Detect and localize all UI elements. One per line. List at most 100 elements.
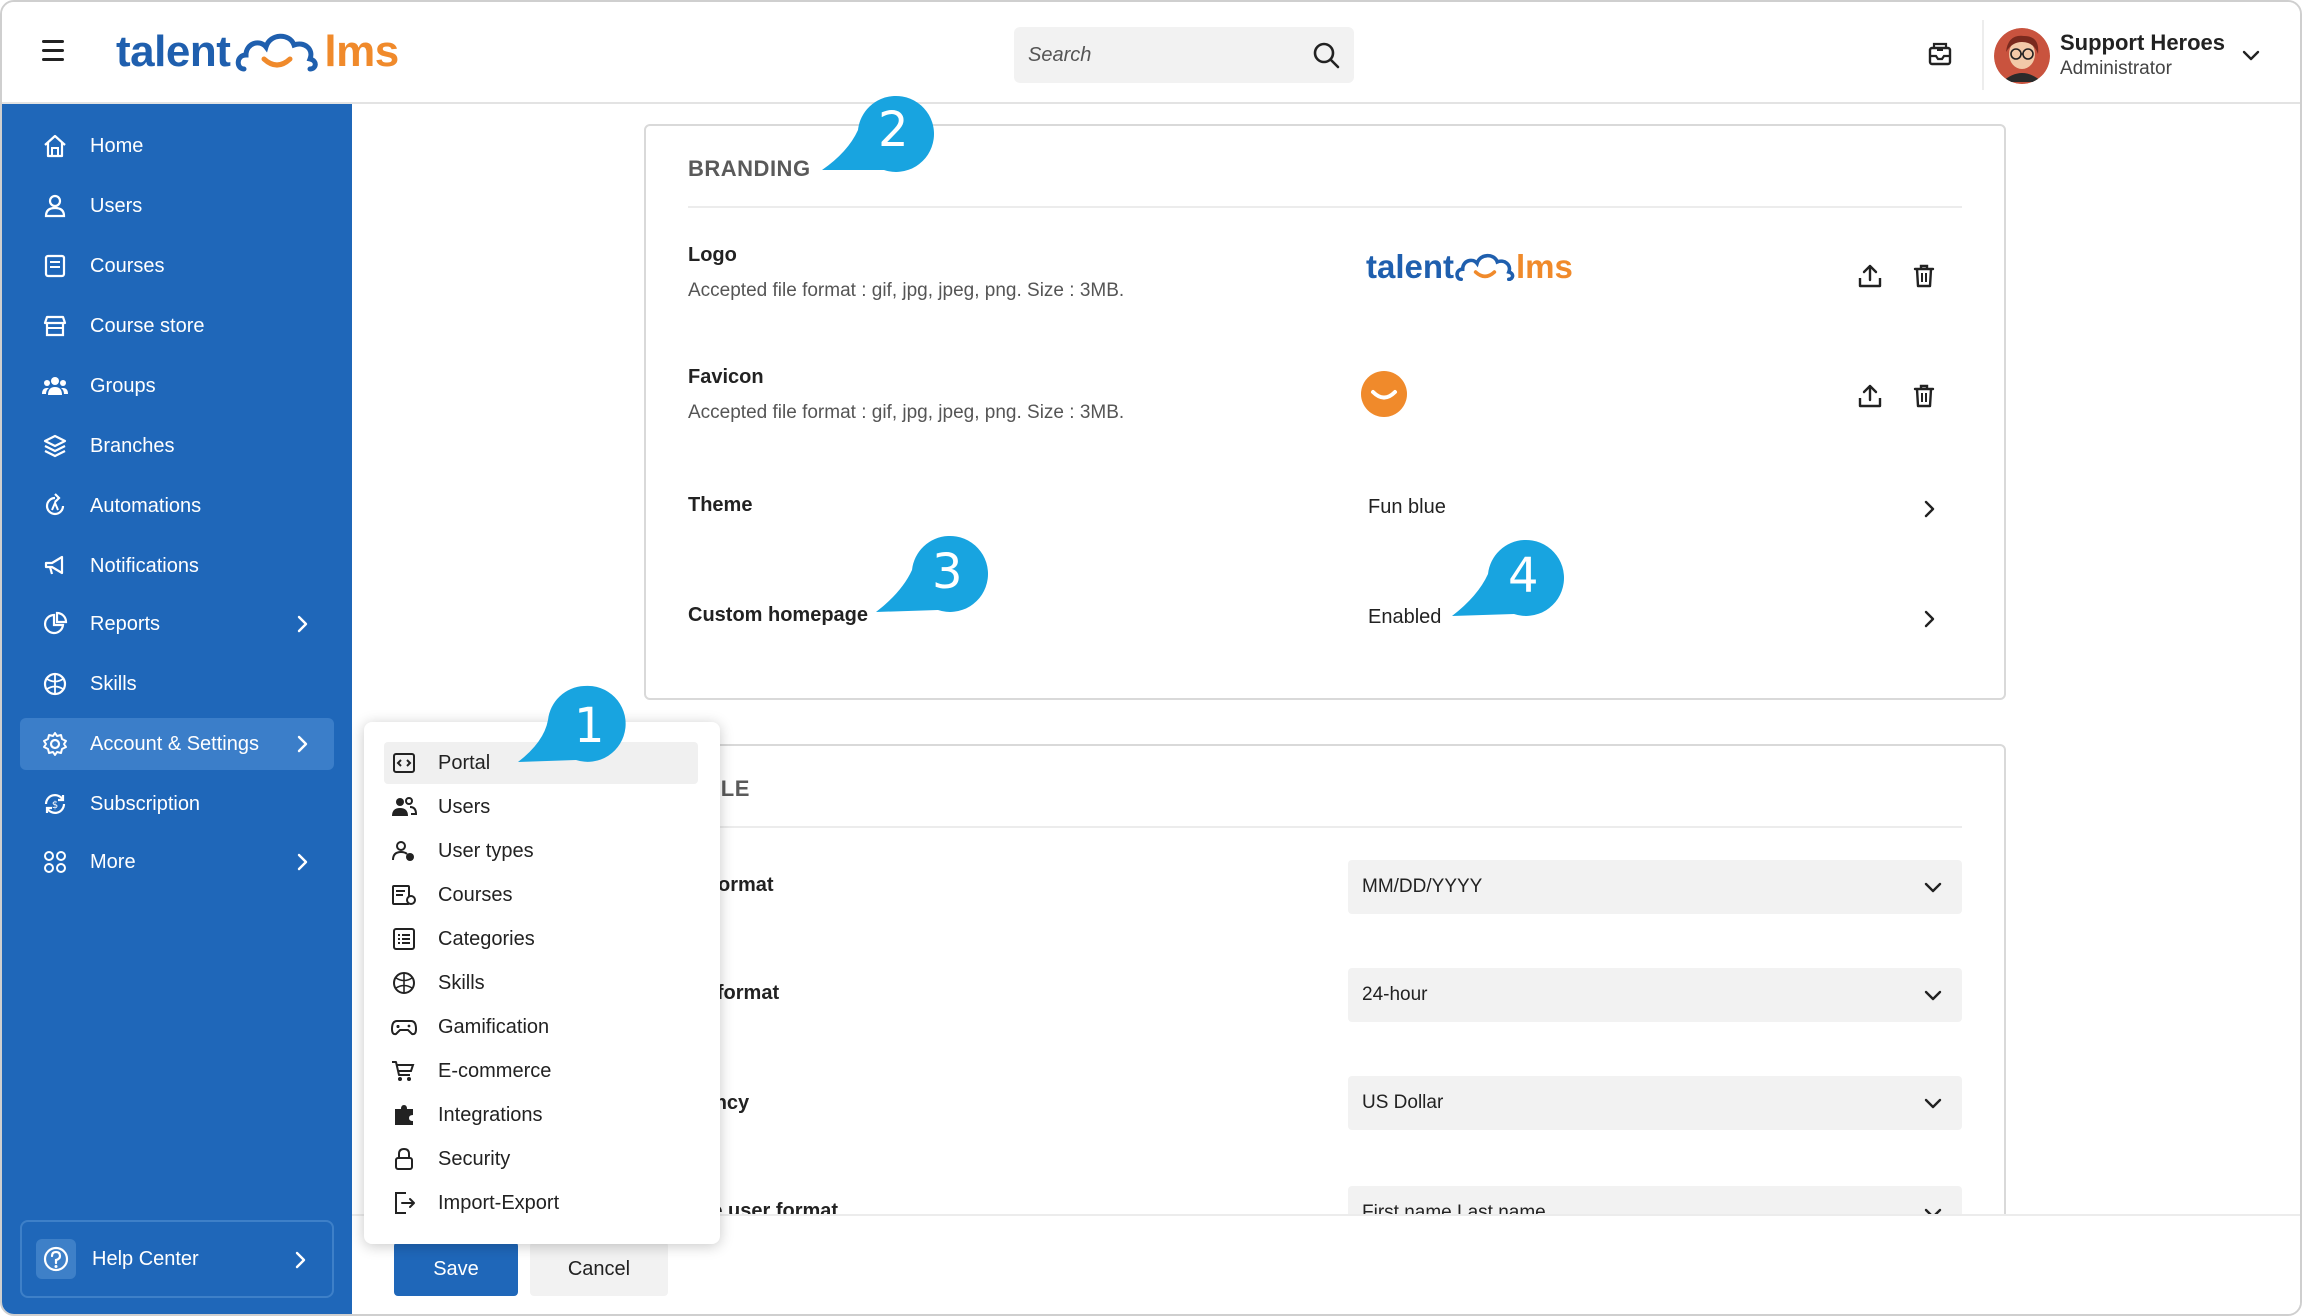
sidebar-item-label: Reports <box>90 612 161 635</box>
sidebar-item-label: Home <box>90 134 144 157</box>
submenu-item-gamification[interactable]: Gamification <box>384 1006 698 1048</box>
avatar[interactable] <box>1994 28 2050 84</box>
cancel-button[interactable]: Cancel <box>530 1242 668 1296</box>
submenu-item-user-types[interactable]: User types <box>384 830 698 872</box>
chevron-down-icon[interactable] <box>2240 44 2262 66</box>
svg-text:$: $ <box>52 800 58 811</box>
chevron-down-icon <box>1924 990 1942 1001</box>
trash-icon[interactable] <box>1910 382 1938 410</box>
submenu-item-skills[interactable]: Skills <box>384 962 698 1004</box>
submenu-item-users[interactable]: Users <box>384 786 698 828</box>
layers-icon <box>40 431 70 461</box>
callout-number: 3 <box>932 544 963 600</box>
submenu-item-label: Portal <box>438 751 491 774</box>
favicon-label: Favicon <box>688 366 764 388</box>
app-window: talent lms Search Support Heroes Adminis… <box>0 0 2302 1316</box>
submenu-item-import-export[interactable]: Import-Export <box>384 1182 698 1224</box>
trash-icon[interactable] <box>1910 262 1938 290</box>
sidebar-item-label: Skills <box>90 672 137 695</box>
sidebar-item-more[interactable]: More <box>20 836 334 888</box>
subscription-icon: $ <box>40 789 70 819</box>
submenu-item-label: User types <box>438 839 534 862</box>
grid-icon <box>40 847 70 877</box>
sidebar-item-courses[interactable]: Courses <box>20 240 334 292</box>
user-role: Administrator <box>2060 58 2172 79</box>
currency-value: US Dollar <box>1362 1092 1444 1113</box>
sidebar-item-branches[interactable]: Branches <box>20 420 334 472</box>
sidebar-item-users[interactable]: Users <box>20 180 334 232</box>
submenu-item-courses[interactable]: Courses <box>384 874 698 916</box>
favicon-preview-icon <box>1361 371 1407 417</box>
gamepad-icon <box>390 1013 418 1041</box>
talentlms-logo[interactable]: talent lms <box>116 24 399 80</box>
chevron-right-icon <box>295 1251 306 1269</box>
chevron-right-icon[interactable] <box>1918 608 1940 630</box>
hamburger-menu-icon[interactable] <box>42 40 72 66</box>
divider <box>688 826 1962 828</box>
skills-icon <box>390 969 418 997</box>
sidebar-item-subscription[interactable]: $ Subscription <box>20 778 334 830</box>
sidebar-item-home[interactable]: Home <box>20 120 334 172</box>
sidebar-item-groups[interactable]: Groups <box>20 360 334 412</box>
submenu-item-label: Gamification <box>438 1015 550 1038</box>
sidebar-item-label: Notifications <box>90 554 199 577</box>
account-settings-submenu: Portal Users User types Courses Categori… <box>364 722 720 1244</box>
chevron-right-icon[interactable] <box>1918 498 1940 520</box>
categories-icon <box>390 925 418 953</box>
courses-settings-icon <box>390 881 418 909</box>
user-menu[interactable]: Support Heroes Administrator <box>1982 20 2278 90</box>
user-icon <box>40 191 70 221</box>
user-types-icon <box>390 837 418 865</box>
logo-preview-talent: talent <box>1366 248 1455 285</box>
chevron-right-icon <box>297 735 308 753</box>
section-title: BRANDING <box>688 156 811 181</box>
help-center-button[interactable]: Help Center <box>20 1220 334 1298</box>
submenu-item-integrations[interactable]: Integrations <box>384 1094 698 1136</box>
divider <box>688 206 1962 208</box>
user-name: Support Heroes <box>2060 30 2226 55</box>
chevron-right-icon <box>297 615 308 633</box>
submenu-item-security[interactable]: Security <box>384 1138 698 1180</box>
submenu-item-label: Categories <box>438 927 535 950</box>
submenu-item-e-commerce[interactable]: E-commerce <box>384 1050 698 1092</box>
chevron-down-icon <box>1924 1098 1942 1109</box>
callout-number: 2 <box>878 102 909 158</box>
time-format-select[interactable]: 24-hour <box>1348 968 1962 1022</box>
date-format-value: MM/DD/YYYY <box>1362 876 1483 897</box>
theme-label: Theme <box>688 494 753 516</box>
callout-number: 1 <box>574 698 605 754</box>
theme-value[interactable]: Fun blue <box>1368 496 1446 519</box>
callout-marker-3: 3 <box>872 532 992 632</box>
logo-description: Accepted file format : gif, jpg, jpeg, p… <box>688 280 1125 301</box>
search-icon[interactable] <box>1312 41 1340 69</box>
store-icon <box>40 311 70 341</box>
date-format-select[interactable]: MM/DD/YYYY <box>1348 860 1962 914</box>
search-input[interactable] <box>1014 27 1304 83</box>
sidebar-item-notifications[interactable]: Notifications <box>20 540 334 592</box>
sidebar-item-course-store[interactable]: Course store <box>20 300 334 352</box>
pie-chart-icon <box>40 609 70 639</box>
upload-icon[interactable] <box>1856 382 1884 410</box>
currency-select[interactable]: US Dollar <box>1348 1076 1962 1130</box>
chevron-down-icon <box>1924 882 1942 893</box>
automation-icon <box>40 491 70 521</box>
logo-label: Logo <box>688 244 737 266</box>
custom-homepage-value[interactable]: Enabled <box>1368 606 1441 629</box>
save-button[interactable]: Save <box>394 1242 518 1296</box>
sidebar-item-account-settings[interactable]: Account & Settings <box>20 718 334 770</box>
groups-icon <box>40 371 70 401</box>
sidebar-item-reports[interactable]: Reports <box>20 598 334 650</box>
lock-icon <box>390 1145 418 1173</box>
sidebar-item-label: Subscription <box>90 792 201 815</box>
sidebar-item-automations[interactable]: Automations <box>20 480 334 532</box>
time-format-value: 24-hour <box>1362 984 1428 1005</box>
submenu-item-label: Courses <box>438 883 513 906</box>
messages-icon[interactable] <box>1926 40 1954 68</box>
submenu-item-categories[interactable]: Categories <box>384 918 698 960</box>
cart-icon <box>390 1057 418 1085</box>
chevron-right-icon <box>297 853 308 871</box>
question-icon <box>36 1239 76 1279</box>
sidebar-item-skills[interactable]: Skills <box>20 658 334 710</box>
upload-icon[interactable] <box>1856 262 1884 290</box>
submenu-item-label: Skills <box>438 971 485 994</box>
